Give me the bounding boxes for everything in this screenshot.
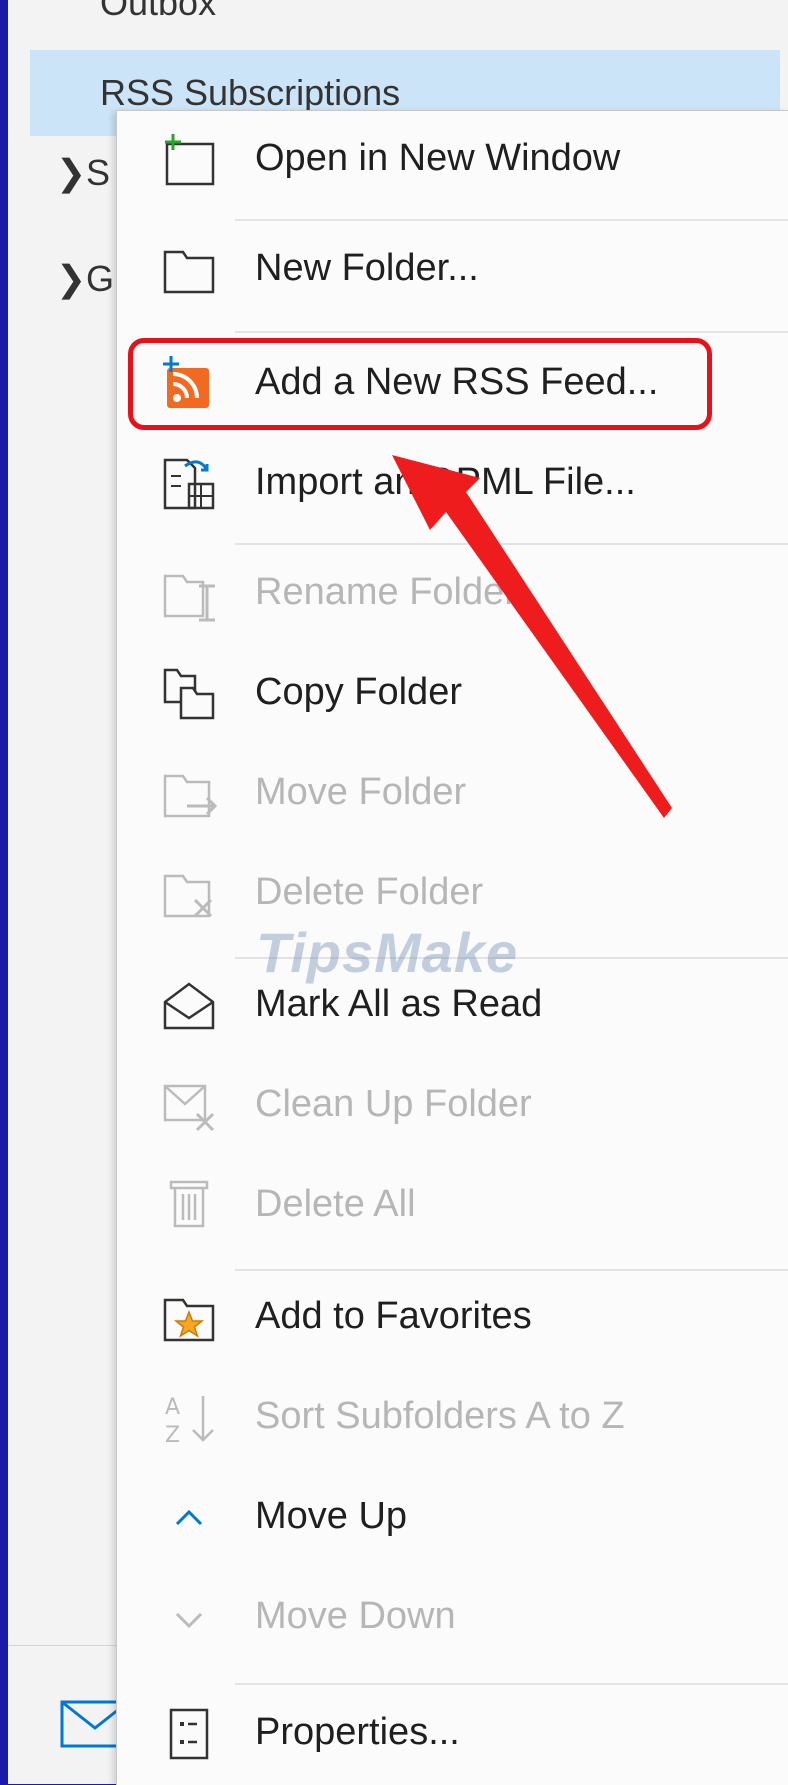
menu-item-delete-all[interactable]: Delete All: [117, 1161, 788, 1247]
folder-outbox-partial[interactable]: Outbox: [100, 0, 216, 24]
menu-separator: [235, 331, 788, 333]
copy-folder-icon: [163, 668, 215, 720]
tree-row-2-label: G: [86, 258, 115, 299]
rename-folder-icon: [163, 574, 215, 622]
menu-item-sort-subfolders[interactable]: A Z Sort Subfolders A to Z: [117, 1373, 788, 1459]
menu-item-label: Copy Folder: [255, 671, 462, 713]
favorites-icon: [163, 1298, 215, 1342]
menu-item-label: Move Down: [255, 1595, 456, 1637]
menu-item-label: Move Folder: [255, 771, 467, 813]
tree-row-1[interactable]: ❯S: [56, 152, 110, 194]
menu-item-import-opml[interactable]: Import an OPML File...: [117, 439, 788, 525]
menu-item-label: Clean Up Folder: [255, 1083, 532, 1125]
highlight-box: [128, 338, 712, 430]
open-new-window-icon: [165, 134, 215, 186]
folder-rss-label: RSS Subscriptions: [100, 72, 401, 113]
menu-item-label: Import an OPML File...: [255, 461, 636, 503]
sort-az-icon: A Z: [165, 1395, 214, 1446]
menu-separator: [235, 543, 788, 545]
move-up-icon: [175, 1509, 203, 1526]
mark-read-icon: [163, 982, 215, 1030]
menu-item-move-folder[interactable]: Move Folder: [117, 749, 788, 835]
svg-text:A: A: [165, 1395, 180, 1420]
menu-item-label: Rename Folder: [255, 571, 517, 613]
menu-item-label: Properties...: [255, 1711, 460, 1753]
menu-item-label: Move Up: [255, 1495, 408, 1537]
move-down-icon: [175, 1612, 203, 1629]
menu-separator: [235, 219, 788, 221]
menu-item-move-up[interactable]: Move Up: [117, 1473, 788, 1559]
tree-row-1-label: S: [86, 152, 111, 193]
menu-item-new-folder[interactable]: New Folder...: [117, 225, 788, 311]
menu-item-properties[interactable]: Properties...: [117, 1689, 788, 1775]
menu-item-move-down[interactable]: Move Down: [117, 1573, 788, 1659]
delete-folder-icon: [163, 874, 213, 918]
menu-item-copy-folder[interactable]: Copy Folder: [117, 649, 788, 735]
delete-all-icon: [169, 1180, 209, 1228]
chevron-right-icon[interactable]: ❯: [56, 152, 86, 194]
menu-item-label: Add to Favorites: [255, 1295, 532, 1337]
svg-text:Z: Z: [165, 1423, 180, 1446]
chevron-right-icon[interactable]: ❯: [56, 258, 86, 300]
clean-up-icon: [163, 1084, 215, 1132]
menu-item-label: Open in New Window: [255, 137, 621, 179]
properties-icon: [169, 1708, 209, 1760]
menu-item-open-new-window[interactable]: Open in New Window: [117, 115, 788, 201]
menu-item-label: Delete All: [255, 1183, 416, 1225]
move-folder-icon: [163, 774, 217, 818]
menu-item-label: Sort Subfolders A to Z: [255, 1395, 625, 1437]
watermark: TipsMake: [256, 921, 519, 984]
menu-item-rename-folder[interactable]: Rename Folder: [117, 549, 788, 635]
menu-item-label: New Folder...: [255, 247, 479, 289]
tree-row-2[interactable]: ❯G: [56, 258, 114, 300]
menu-separator: [235, 1683, 788, 1685]
menu-separator: [235, 1269, 788, 1271]
menu-item-clean-up-folder[interactable]: Clean Up Folder: [117, 1061, 788, 1147]
menu-item-add-to-favorites[interactable]: Add to Favorites: [117, 1273, 788, 1359]
new-folder-icon: [163, 250, 215, 294]
import-opml-icon: [163, 458, 215, 510]
